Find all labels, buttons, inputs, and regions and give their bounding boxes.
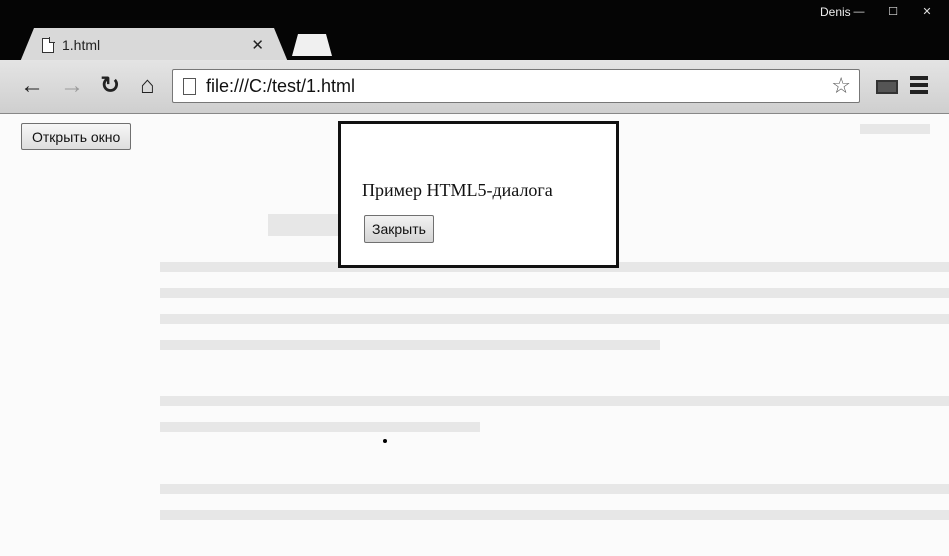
close-dialog-button[interactable]: Закрыть: [364, 215, 434, 243]
reload-icon[interactable]: ↻: [100, 73, 120, 99]
forward-arrow-icon[interactable]: →: [60, 73, 84, 99]
minimize-button[interactable]: —: [842, 2, 876, 22]
open-window-button[interactable]: Открыть окно: [21, 123, 132, 150]
title-bar: 1.html ✕ Denis — ☐ ✕: [0, 0, 949, 62]
page-icon: [42, 36, 55, 53]
tab-active[interactable]: 1.html ✕: [20, 28, 288, 62]
maximize-button[interactable]: ☐: [876, 2, 910, 22]
hamburger-menu-icon[interactable]: [910, 76, 928, 97]
browser-window: 1.html ✕ Denis — ☐ ✕ ← → ↻ ⌂ file:///C:/…: [0, 0, 949, 556]
extension-icon[interactable]: [876, 80, 898, 94]
mouse-cursor-dot: [383, 439, 387, 443]
home-icon[interactable]: ⌂: [140, 73, 155, 99]
address-bar[interactable]: file:///C:/test/1.html ☆: [172, 69, 860, 103]
tab-title: 1.html: [62, 37, 101, 53]
tab-close-icon[interactable]: ✕: [251, 36, 264, 54]
new-tab-button[interactable]: [292, 34, 332, 56]
html5-dialog: Пример HTML5-диалога Закрыть: [338, 121, 619, 268]
window-controls: — ☐ ✕: [842, 2, 944, 22]
page-icon: [183, 77, 196, 95]
dialog-message: Пример HTML5-диалога: [362, 180, 553, 200]
browser-toolbar: ← → ↻ ⌂ file:///C:/test/1.html ☆: [0, 60, 949, 114]
bookmark-star-icon[interactable]: ☆: [831, 73, 851, 99]
close-window-button[interactable]: ✕: [910, 2, 944, 22]
back-arrow-icon[interactable]: ←: [20, 73, 44, 99]
address-url[interactable]: file:///C:/test/1.html: [206, 76, 831, 97]
page-content: Открыть окно Пример HTML5-диалога Закрыт…: [0, 114, 949, 556]
